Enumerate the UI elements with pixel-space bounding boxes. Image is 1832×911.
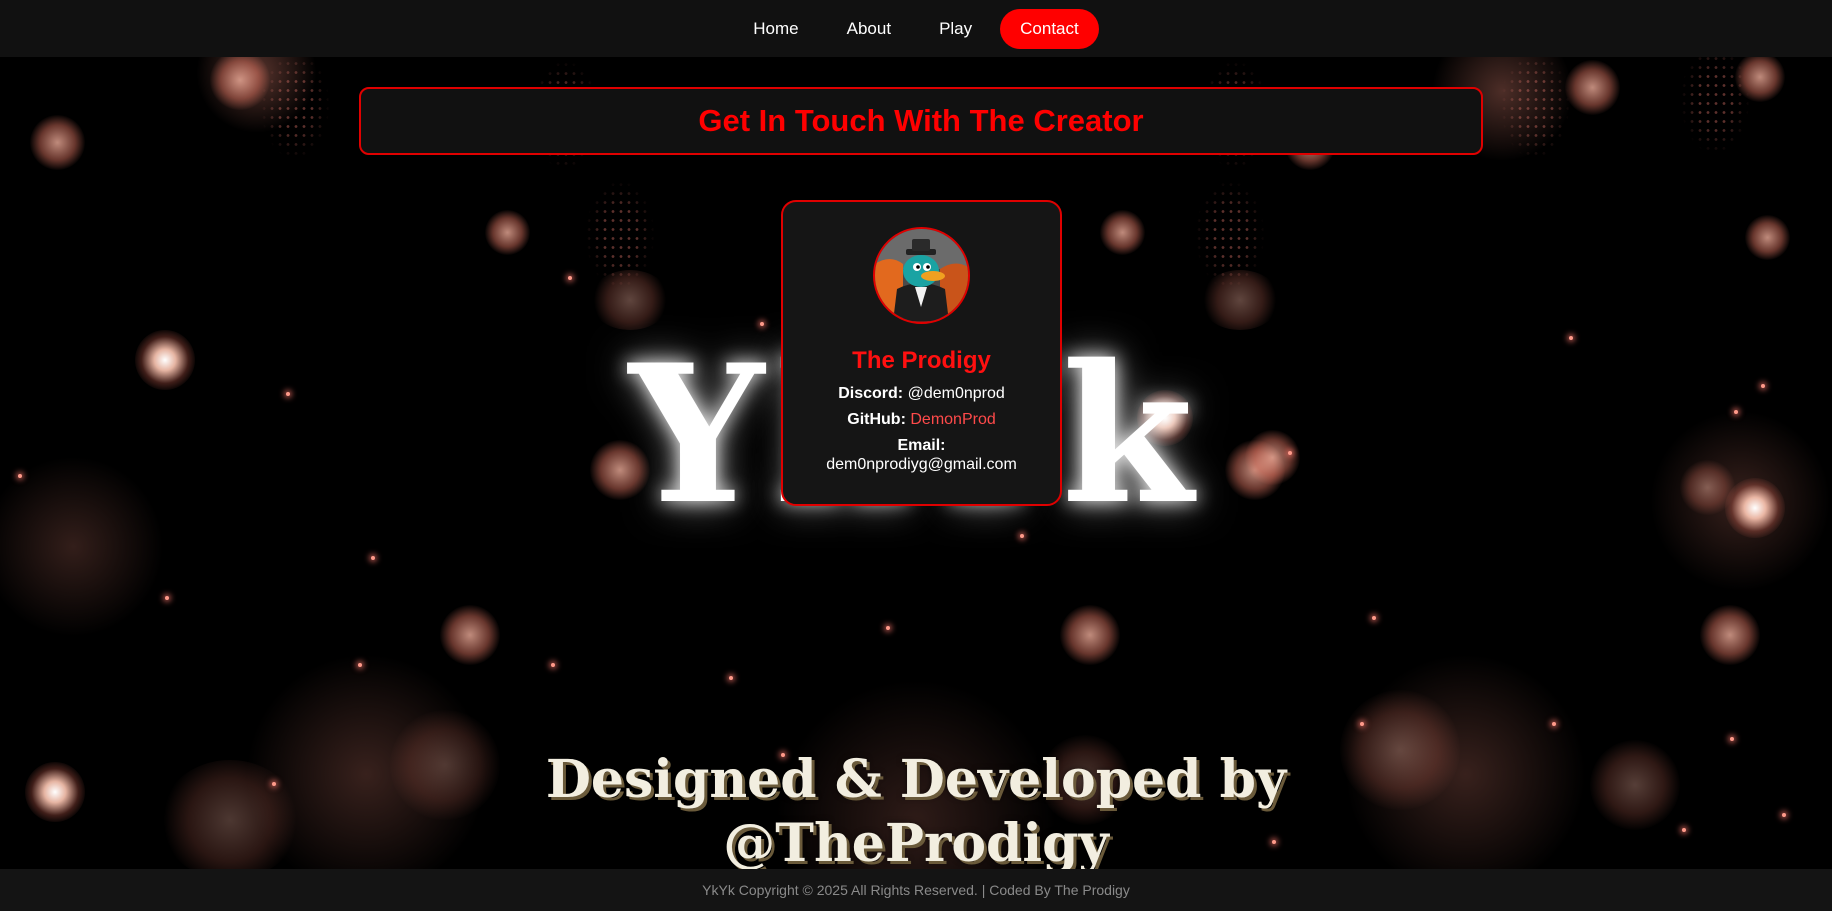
page-footer: YkYk Copyright © 2025 All Rights Reserve…: [0, 869, 1832, 911]
nav-link-play[interactable]: Play: [919, 9, 992, 49]
contact-heading-banner: Get In Touch With The Creator: [359, 87, 1483, 155]
designed-by-line-2: @TheProdigy: [723, 813, 1109, 874]
github-row: GitHub: DemonProd: [783, 410, 1060, 429]
email-value-row: dem0nprodiyg@gmail.com: [783, 455, 1060, 474]
footer-copyright: YkYk Copyright © 2025 All Rights Reserve…: [702, 882, 1130, 898]
nav-link-home[interactable]: Home: [733, 9, 818, 49]
discord-row: Discord: @dem0nprod: [783, 384, 1060, 403]
email-address: dem0nprodiyg@gmail.com: [826, 456, 1017, 473]
discord-label: Discord:: [838, 385, 904, 402]
creator-contact-card: The Prodigy Discord: @dem0nprod GitHub: …: [781, 200, 1062, 506]
github-link[interactable]: DemonProd: [910, 411, 995, 428]
discord-handle: @dem0nprod: [907, 385, 1005, 402]
email-label: Email:: [897, 437, 946, 454]
designed-by-credit: Designed & Developed by @TheProdigy: [0, 748, 1832, 876]
nav-link-contact[interactable]: Contact: [1000, 8, 1099, 49]
page: YkYk Home About Play Contact Get In Touc…: [0, 0, 1832, 911]
page-title: Get In Touch With The Creator: [698, 103, 1144, 138]
designed-by-line-1: Designed & Developed by: [545, 749, 1287, 810]
top-navbar: Home About Play Contact: [0, 0, 1832, 57]
email-label-row: Email:: [783, 436, 1060, 455]
platypus-agent-avatar-icon: [873, 227, 970, 324]
github-label: GitHub:: [847, 411, 906, 428]
creator-name: The Prodigy: [852, 347, 991, 374]
nav-link-about[interactable]: About: [827, 9, 911, 49]
